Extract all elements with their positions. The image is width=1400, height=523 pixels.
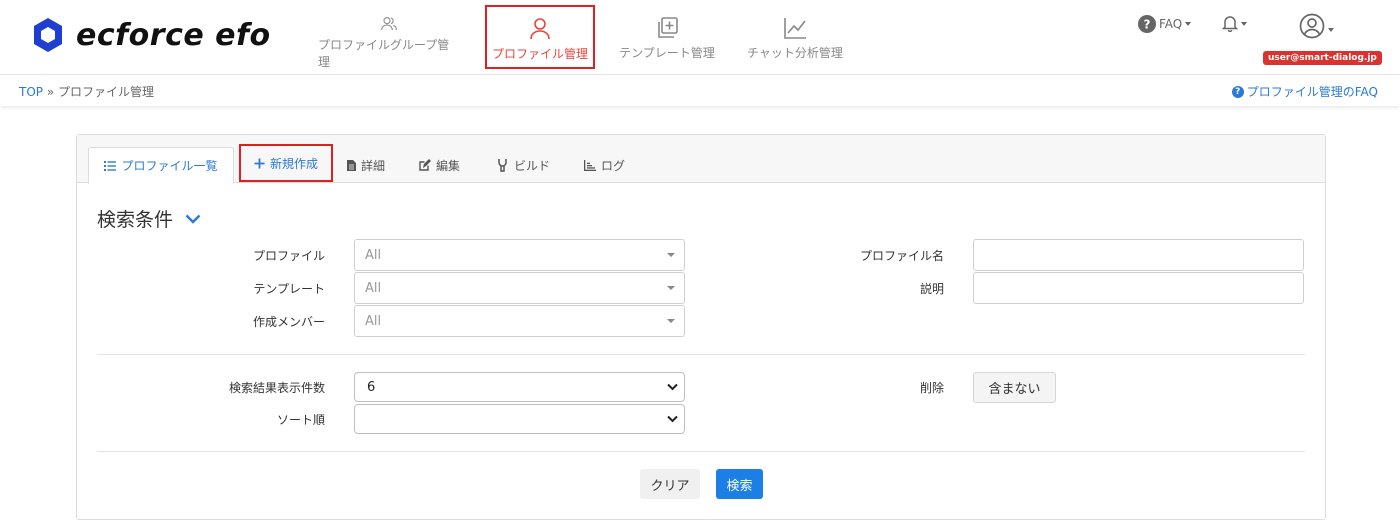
nav-profile-group[interactable]: プロファイルグループ管理 (318, 0, 460, 70)
tab-detail[interactable]: 詳細 (347, 147, 385, 183)
wrench-icon (498, 159, 507, 172)
faq-label: FAQ (1159, 17, 1183, 31)
users-icon (381, 17, 397, 31)
search-button[interactable]: 検索 (716, 469, 763, 499)
nav-label: チャット分析管理 (747, 46, 843, 60)
nav-label: プロファイル管理 (491, 47, 588, 61)
divider (97, 354, 1305, 355)
breadcrumb-separator: » (46, 85, 55, 99)
profile-card: プロファイル一覧 新規作成 詳細 編集 ビルド ログ 検索条件 プロファイル A… (76, 134, 1326, 520)
nav-chat-analysis[interactable]: チャット分析管理 (746, 0, 844, 70)
bar-chart-icon (584, 159, 596, 171)
profile-filter-label: プロファイル (252, 249, 325, 263)
tab-profile-list[interactable]: プロファイル一覧 (88, 147, 234, 184)
member-select[interactable]: All (354, 305, 685, 337)
chevron-down-icon (667, 415, 678, 423)
result-count-value: 6 (367, 379, 376, 395)
logo-mark-icon (34, 18, 62, 52)
tab-label: 新規作成 (269, 156, 318, 171)
breadcrumb-top-link[interactable]: TOP (19, 85, 43, 99)
line-chart-icon (784, 18, 806, 39)
user-icon (530, 18, 550, 40)
profile-select-value: All (365, 247, 382, 263)
page-faq-link[interactable]: ? プロファイル管理のFAQ (1231, 83, 1378, 100)
tab-label: 詳細 (361, 158, 386, 173)
tab-new[interactable]: 新規作成 (239, 144, 333, 182)
nav-template[interactable]: テンプレート管理 (618, 0, 716, 70)
nav-label: テンプレート管理 (619, 46, 715, 60)
result-count-select[interactable]: 6 (354, 372, 685, 402)
svg-text:?: ? (1144, 18, 1151, 32)
sort-select[interactable] (354, 404, 685, 434)
caret-down-icon (1185, 22, 1192, 26)
question-circle-icon: ? (1231, 85, 1244, 98)
logo-text: ecforce efo (76, 17, 271, 53)
template-filter-label: テンプレート (253, 282, 325, 296)
tab-bar: プロファイル一覧 新規作成 詳細 編集 ビルド ログ (77, 135, 1325, 184)
plus-icon (254, 158, 265, 168)
breadcrumb: TOP » プロファイル管理 (19, 83, 154, 100)
notification-menu[interactable] (1222, 15, 1247, 32)
breadcrumb-current: プロファイル管理 (58, 85, 155, 99)
template-select-value: All (365, 280, 382, 296)
tab-label: ビルド (514, 158, 551, 173)
tab-label: ログ (601, 158, 626, 173)
edit-icon (419, 159, 431, 171)
template-select[interactable]: All (354, 272, 685, 304)
caret-down-icon (1328, 28, 1334, 32)
divider (97, 451, 1305, 452)
user-email-badge: user@smart-dialog.jp (1263, 51, 1382, 65)
caret-down-icon (667, 319, 675, 323)
caret-down-icon (667, 253, 675, 257)
nav-label: プロファイルグループ管理 (318, 38, 450, 69)
breadcrumb-bar: TOP » プロファイル管理 ? プロファイル管理のFAQ (0, 74, 1400, 106)
tab-log[interactable]: ログ (584, 147, 625, 183)
profile-select[interactable]: All (354, 239, 685, 271)
description-label: 説明 (919, 282, 944, 296)
profile-name-label: プロファイル名 (859, 249, 944, 263)
list-icon (104, 160, 117, 171)
tab-build[interactable]: ビルド (496, 147, 550, 183)
result-count-label: 検索結果表示件数 (228, 381, 325, 395)
user-circle-icon (1299, 13, 1325, 39)
member-select-value: All (365, 313, 382, 329)
faq-menu[interactable]: ? FAQ (1138, 15, 1192, 33)
caret-down-icon (1241, 21, 1247, 26)
search-section-toggle[interactable]: 検索条件 (97, 205, 201, 232)
user-menu[interactable] (1299, 13, 1334, 39)
logo[interactable]: ecforce efo (30, 17, 271, 53)
section-title: 検索条件 (97, 209, 174, 231)
question-circle-icon: ? (1138, 15, 1156, 33)
description-input[interactable] (973, 272, 1304, 304)
tab-label: プロファイル一覧 (121, 159, 218, 173)
template-add-icon (658, 17, 678, 38)
caret-down-icon (667, 286, 675, 290)
nav-profile[interactable]: プロファイル管理 (485, 5, 595, 69)
sort-label: ソート順 (276, 413, 325, 427)
bell-icon (1222, 16, 1238, 32)
delete-label: 削除 (919, 381, 944, 395)
clear-button[interactable]: クリア (640, 469, 700, 499)
top-header: ecforce efo プロファイルグループ管理 プロファイル管理 テンプレート… (0, 0, 1400, 74)
chevron-down-icon (185, 214, 201, 224)
member-filter-label: 作成メンバー (252, 315, 325, 329)
profile-name-input[interactable] (973, 239, 1304, 271)
chevron-down-icon (667, 383, 678, 391)
include-deleted-toggle[interactable]: 含まない (973, 372, 1056, 403)
tab-label: 編集 (436, 158, 461, 173)
tab-edit[interactable]: 編集 (419, 147, 460, 183)
document-icon (347, 159, 356, 171)
page-faq-label: プロファイル管理のFAQ (1246, 85, 1378, 99)
